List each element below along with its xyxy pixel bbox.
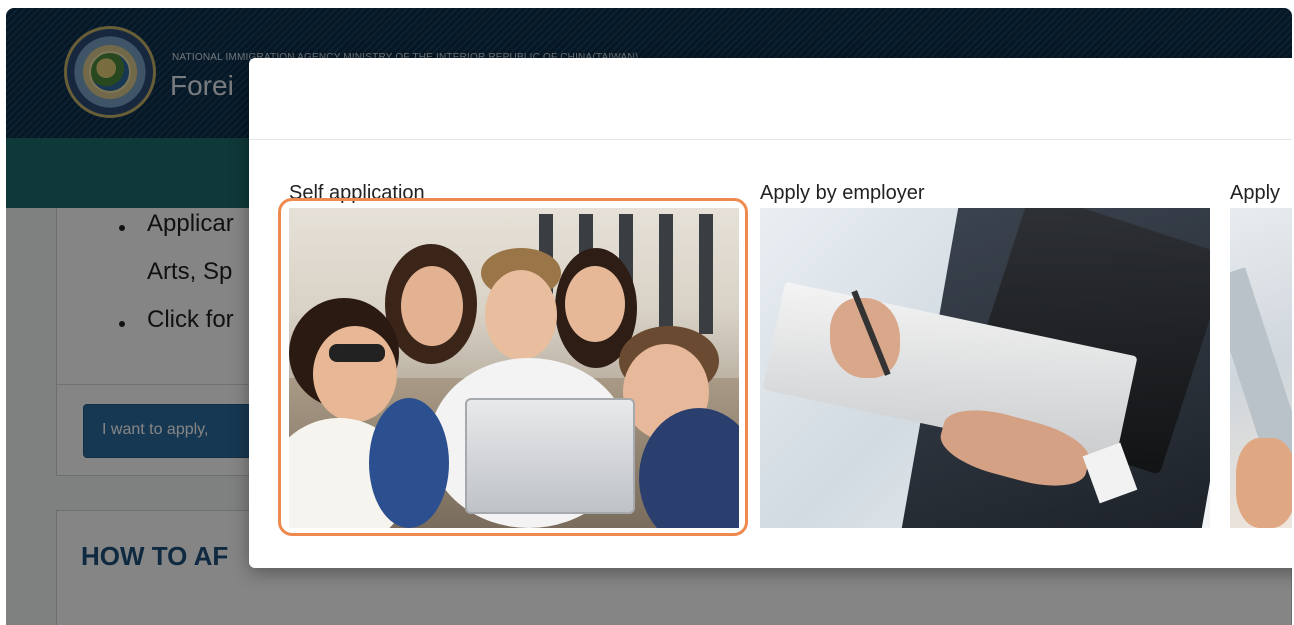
selection-highlight	[278, 198, 748, 536]
application-type-modal: Self application Apply by employer Apply	[249, 58, 1292, 568]
option-label[interactable]: Apply	[1230, 182, 1280, 205]
businessman-signing-document-photo[interactable]	[760, 208, 1210, 528]
browser-viewport: NATIONAL IMMIGRATION AGENCY MINISTRY OF …	[6, 8, 1292, 625]
option-label[interactable]: Apply by employer	[760, 182, 925, 205]
modal-header	[249, 58, 1292, 140]
photo-object	[1236, 438, 1292, 528]
partial-photo[interactable]	[1230, 208, 1292, 528]
